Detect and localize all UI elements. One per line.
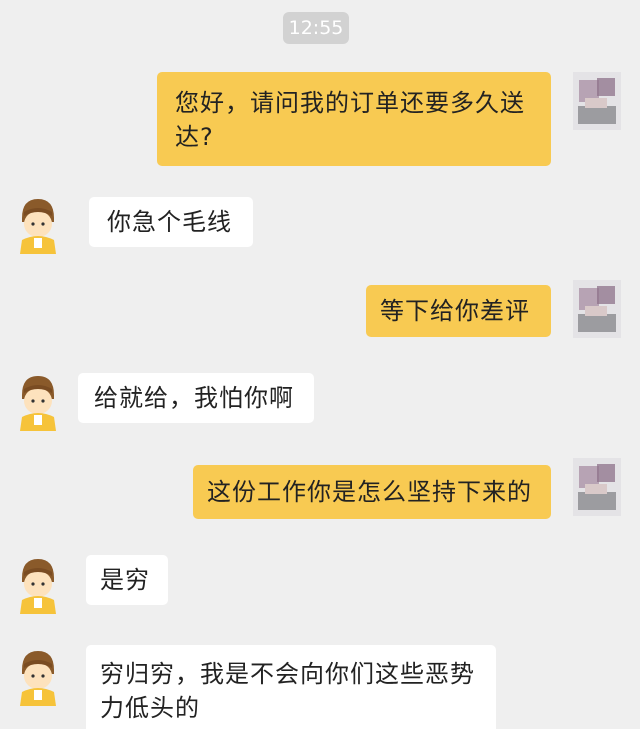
user-avatar-icon[interactable] (573, 458, 621, 516)
message-text: 您好，请问我的订单还要多久送达? (175, 89, 525, 151)
message-text: 你急个毛线 (107, 208, 232, 236)
outgoing-message-bubble[interactable]: 您好，请问我的订单还要多久送达? (157, 72, 551, 166)
user-avatar-icon[interactable] (573, 280, 621, 338)
user-avatar-icon[interactable] (573, 72, 621, 130)
message-text: 穷归穷，我是不会向你们这些恶势力低头的 (100, 660, 475, 722)
incoming-message-bubble[interactable]: 穷归穷，我是不会向你们这些恶势力低头的 (86, 645, 496, 729)
courier-avatar-icon[interactable] (14, 373, 62, 431)
message-text: 给就给，我怕你啊 (94, 384, 294, 412)
incoming-message-bubble[interactable]: 是穷 (86, 555, 168, 605)
timestamp-pill: 12:55 (283, 12, 349, 44)
courier-avatar-icon[interactable] (14, 648, 62, 706)
outgoing-message-bubble[interactable]: 这份工作你是怎么坚持下来的 (193, 465, 551, 519)
message-text: 这份工作你是怎么坚持下来的 (207, 478, 532, 506)
incoming-message-bubble[interactable]: 给就给，我怕你啊 (78, 373, 314, 423)
incoming-message-bubble[interactable]: 你急个毛线 (89, 197, 253, 247)
message-text: 等下给你差评 (380, 297, 530, 325)
courier-avatar-icon[interactable] (14, 196, 62, 254)
message-text: 是穷 (100, 566, 150, 594)
outgoing-message-bubble[interactable]: 等下给你差评 (366, 285, 551, 337)
chat-conversation: 12:55 您好，请问我的订单还要多久送达? 你急个毛线 等下给你差评 给就给，… (0, 0, 640, 729)
courier-avatar-icon[interactable] (14, 556, 62, 614)
